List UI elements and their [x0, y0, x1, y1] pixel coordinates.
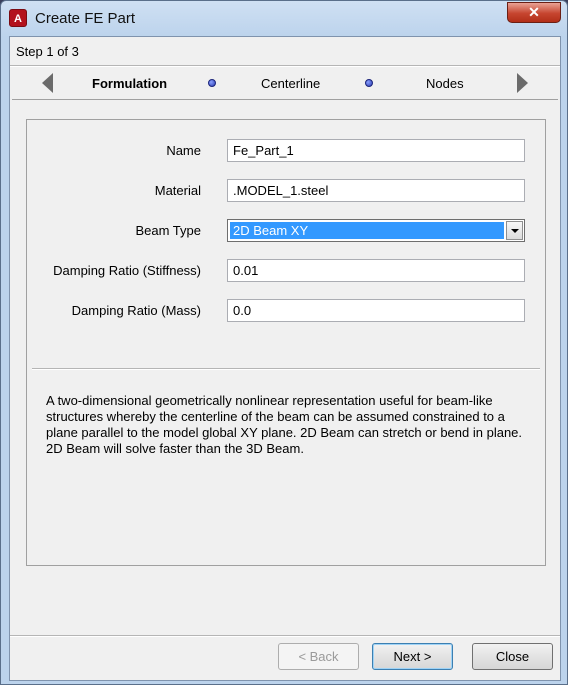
damping-stiffness-input[interactable]: 0.01	[227, 259, 525, 282]
create-fe-part-dialog: A Create FE Part ✕ Step 1 of 3 Formulati…	[0, 0, 568, 685]
step-nodes[interactable]: Nodes	[426, 76, 464, 91]
close-icon: ✕	[528, 4, 540, 20]
name-label: Name	[166, 143, 201, 158]
beam-type-select[interactable]: 2D Beam XY	[227, 219, 525, 242]
step-separator-dot-icon	[208, 79, 216, 87]
name-input[interactable]: Fe_Part_1	[227, 139, 525, 162]
dialog-body: Step 1 of 3 Formulation Centerline Nodes…	[9, 36, 561, 681]
formulation-panel: Name Fe_Part_1 Material .MODEL_1.steel B…	[26, 119, 546, 566]
close-window-button[interactable]: ✕	[507, 2, 561, 23]
divider	[10, 635, 560, 637]
close-button[interactable]: Close	[472, 643, 553, 670]
step-formulation[interactable]: Formulation	[92, 76, 167, 91]
step-separator-dot-icon	[365, 79, 373, 87]
window-title: Create FE Part	[35, 10, 136, 27]
beam-type-description: A two-dimensional geometrically nonlinea…	[46, 393, 523, 456]
back-button[interactable]: < Back	[278, 643, 359, 670]
material-input[interactable]: .MODEL_1.steel	[227, 179, 525, 202]
material-label: Material	[154, 183, 201, 198]
wizard-step-navigator: Formulation Centerline Nodes	[12, 68, 558, 100]
divider	[10, 65, 560, 67]
beam-type-label: Beam Type	[135, 223, 201, 238]
damping-mass-input[interactable]: 0.0	[227, 299, 525, 322]
damping-mass-label: Damping Ratio (Mass)	[71, 303, 201, 318]
step-indicator: Step 1 of 3	[16, 44, 79, 59]
chevron-down-icon[interactable]	[506, 221, 523, 240]
previous-step-arrow-icon[interactable]	[42, 73, 53, 93]
divider	[32, 368, 540, 370]
step-centerline[interactable]: Centerline	[261, 76, 320, 91]
beam-type-selected-value: 2D Beam XY	[230, 222, 504, 239]
app-icon: A	[9, 9, 27, 27]
next-step-arrow-icon[interactable]	[517, 73, 528, 93]
next-button[interactable]: Next >	[372, 643, 453, 670]
damping-stiffness-label: Damping Ratio (Stiffness)	[53, 263, 201, 278]
title-bar[interactable]: A Create FE Part ✕	[1, 1, 567, 35]
